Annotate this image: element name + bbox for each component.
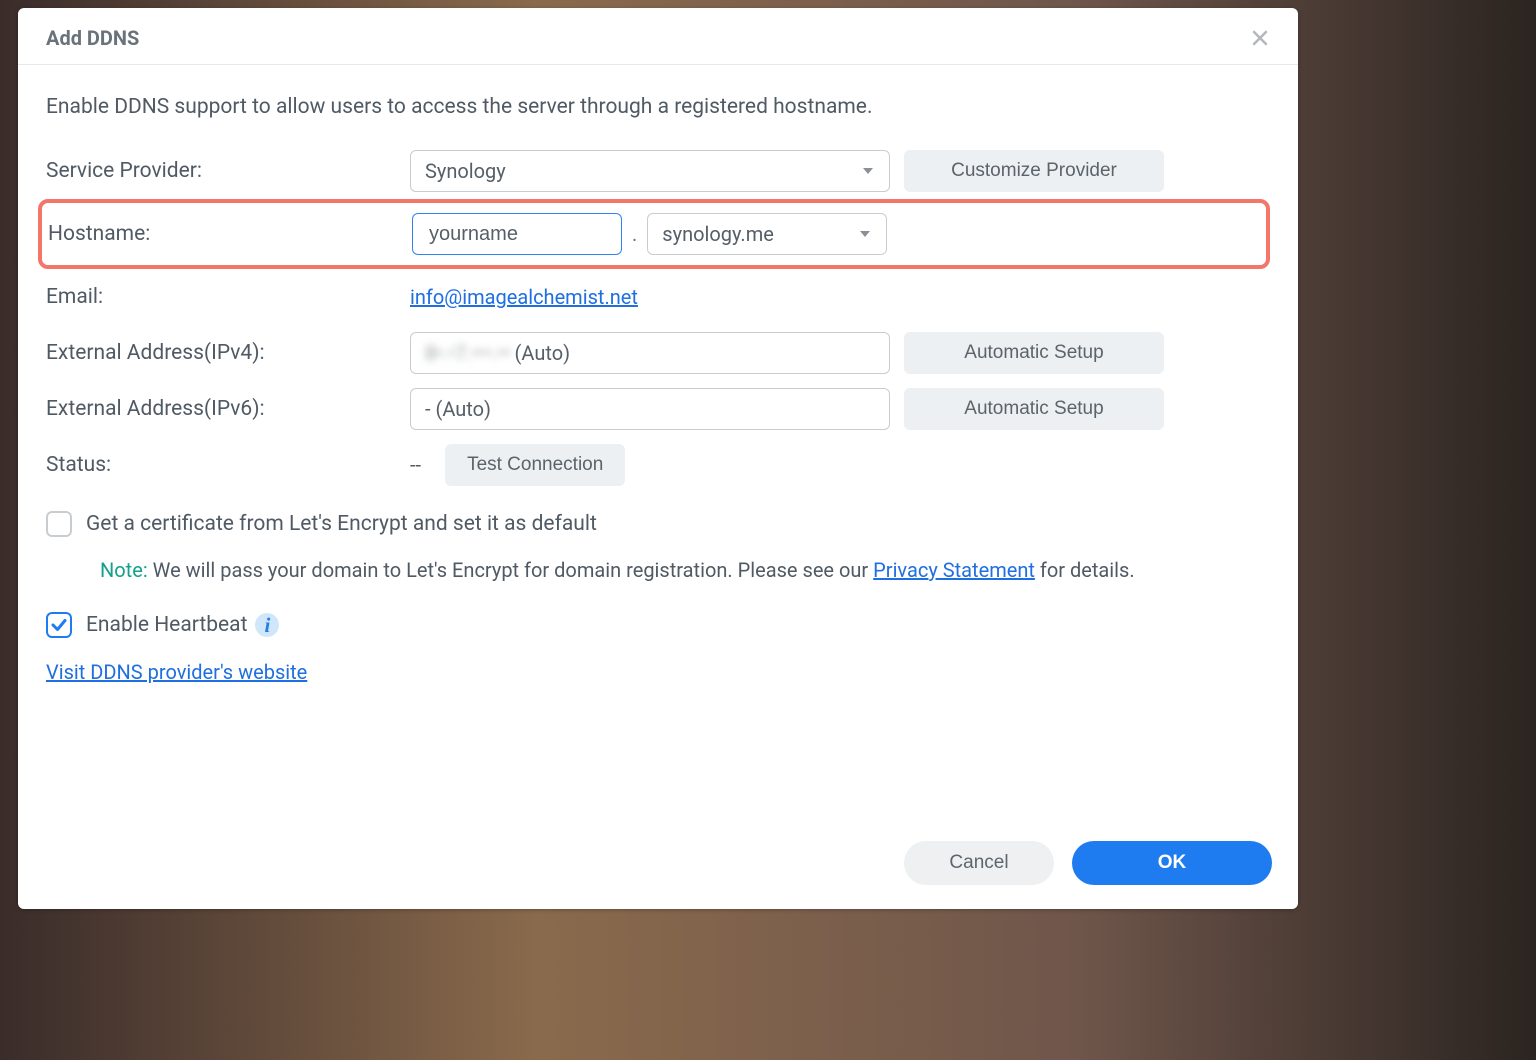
chevron-down-icon [858, 227, 872, 241]
row-service-provider: Service Provider: Synology Customize Pro… [46, 143, 1270, 199]
dialog-header: Add DDNS [18, 8, 1298, 65]
note-text-suffix: for details. [1035, 558, 1135, 582]
chevron-down-icon [861, 164, 875, 178]
ipv4-suffix: (Auto) [515, 341, 571, 365]
intro-text: Enable DDNS support to allow users to ac… [46, 95, 1270, 119]
privacy-statement-link[interactable]: Privacy Statement [873, 558, 1035, 582]
hostname-domain-value: synology.me [662, 222, 774, 246]
note-label: Note: [100, 558, 148, 582]
letsencrypt-checkbox[interactable] [46, 511, 72, 537]
row-letsencrypt: Get a certificate from Let's Encrypt and… [46, 511, 1270, 537]
note-text-prefix: We will pass your domain to Let's Encryp… [148, 558, 874, 582]
row-status: Status: -- Test Connection [46, 437, 1270, 493]
ipv4-auto-setup-button[interactable]: Automatic Setup [904, 332, 1164, 374]
dialog-body: Enable DDNS support to allow users to ac… [18, 65, 1298, 825]
label-status: Status: [46, 453, 396, 477]
label-service-provider: Service Provider: [46, 159, 396, 183]
email-link[interactable]: info@imagealchemist.net [410, 285, 638, 309]
row-heartbeat: Enable Heartbeat i [46, 612, 1270, 638]
info-icon[interactable]: i [255, 613, 279, 637]
ipv6-auto-setup-button[interactable]: Automatic Setup [904, 388, 1164, 430]
service-provider-select[interactable]: Synology [410, 150, 890, 192]
test-connection-button[interactable]: Test Connection [445, 444, 625, 486]
label-email: Email: [46, 285, 396, 309]
ipv6-input[interactable]: - (Auto) [410, 388, 890, 430]
label-hostname: Hostname: [48, 222, 398, 246]
visit-provider-link[interactable]: Visit DDNS provider's website [46, 660, 307, 684]
dialog-footer: Cancel OK [18, 825, 1298, 909]
heartbeat-checkbox[interactable] [46, 612, 72, 638]
add-ddns-dialog: Add DDNS Enable DDNS support to allow us… [18, 8, 1298, 909]
ipv4-input[interactable]: 8•.•7.•••.•• (Auto) [410, 332, 890, 374]
hostname-domain-select[interactable]: synology.me [647, 213, 887, 255]
label-ipv4: External Address(IPv4): [46, 341, 396, 365]
ok-button[interactable]: OK [1072, 841, 1272, 885]
cancel-button[interactable]: Cancel [904, 841, 1054, 885]
label-ipv6: External Address(IPv6): [46, 397, 396, 421]
customize-provider-button[interactable]: Customize Provider [904, 150, 1164, 192]
label-letsencrypt: Get a certificate from Let's Encrypt and… [86, 512, 597, 536]
row-ipv6: External Address(IPv6): - (Auto) Automat… [46, 381, 1270, 437]
hostname-input[interactable] [412, 213, 622, 255]
letsencrypt-note: Note: We will pass your domain to Let's … [100, 555, 1200, 586]
status-value: -- [410, 453, 421, 477]
ipv4-masked: 8•.•7.•••.•• [425, 341, 511, 365]
dialog-title: Add DDNS [46, 26, 139, 50]
row-hostname-highlight: Hostname: . synology.me [38, 199, 1270, 269]
row-ipv4: External Address(IPv4): 8•.•7.•••.•• (Au… [46, 325, 1270, 381]
heartbeat-text: Enable Heartbeat [86, 613, 247, 637]
service-provider-value: Synology [425, 159, 506, 183]
label-heartbeat: Enable Heartbeat i [86, 613, 279, 637]
hostname-input-field[interactable] [427, 222, 607, 247]
row-email: Email: info@imagealchemist.net [46, 269, 1270, 325]
hostname-dot: . [632, 222, 637, 246]
close-icon[interactable] [1250, 28, 1270, 48]
ipv6-value: - (Auto) [425, 397, 491, 421]
